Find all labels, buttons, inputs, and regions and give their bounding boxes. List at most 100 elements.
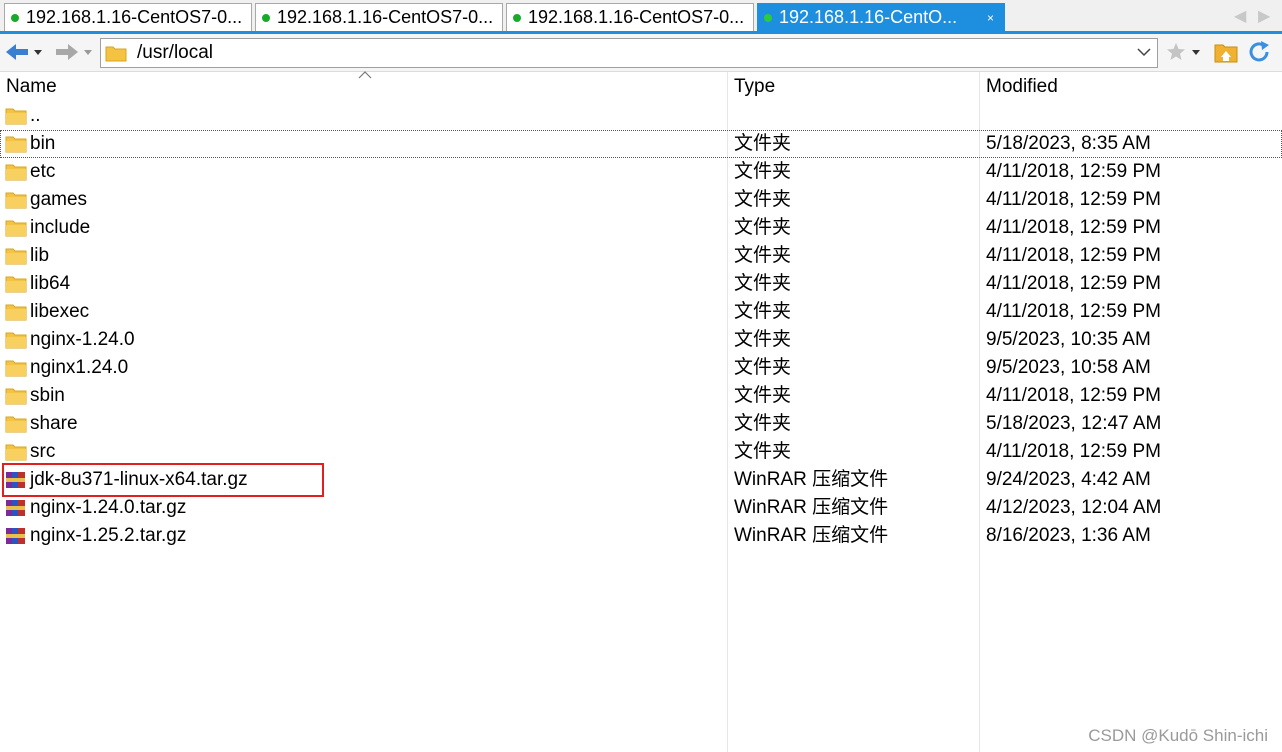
annotation-highlight-box [2, 463, 324, 497]
file-type: WinRAR 压缩文件 [734, 525, 889, 546]
session-tab-2[interactable]: 192.168.1.16-CentOS7-0... [255, 3, 503, 31]
folder-icon [5, 276, 27, 293]
chevron-down-icon [84, 50, 92, 55]
path-text: /usr/local [137, 42, 214, 63]
file-row[interactable]: nginx-1.24.0.tar.gz WinRAR 压缩文件 4/12/2023,… [0, 494, 1282, 522]
file-modified: 4/11/2018, 12:59 PM [986, 273, 1161, 294]
file-name: etc [30, 161, 56, 182]
file-row[interactable]: lib64 文件夹 4/11/2018, 12:59 PM [0, 270, 1282, 298]
file-modified: 4/11/2018, 12:59 PM [986, 189, 1161, 210]
file-name: .. [30, 105, 41, 126]
file-modified: 5/18/2023, 8:35 AM [986, 133, 1151, 154]
file-row[interactable]: .. [0, 102, 1282, 130]
file-row[interactable]: src 文件夹 4/11/2018, 12:59 PM [0, 438, 1282, 466]
file-row[interactable]: libexec 文件夹 4/11/2018, 12:59 PM [0, 298, 1282, 326]
winrar-archive-icon [6, 528, 25, 544]
folder-icon [5, 360, 27, 377]
star-icon [1167, 43, 1185, 60]
file-name: include [30, 217, 91, 238]
file-type: 文件夹 [734, 385, 792, 406]
forward-history-dropdown[interactable] [82, 40, 94, 64]
file-modified: 4/11/2018, 12:59 PM [986, 441, 1161, 462]
file-type: 文件夹 [734, 329, 792, 350]
file-row[interactable]: games 文件夹 4/11/2018, 12:59 PM [0, 186, 1282, 214]
column-label: Type [734, 76, 776, 97]
file-modified: 4/11/2018, 12:59 PM [986, 301, 1161, 322]
file-name: lib [30, 245, 50, 266]
tab-label: 192.168.1.16-CentO... [779, 7, 958, 27]
tab-label: 192.168.1.16-CentOS7-0... [528, 7, 745, 27]
session-tab-4-active[interactable]: 192.168.1.16-CentO... × [757, 3, 1005, 31]
chevron-down-icon [1192, 50, 1200, 55]
file-row[interactable]: bin 文件夹 5/18/2023, 8:35 AM [0, 130, 1282, 158]
folder-icon [5, 304, 27, 321]
file-type: 文件夹 [734, 357, 792, 378]
session-tab-3[interactable]: 192.168.1.16-CentOS7-0... [506, 3, 754, 31]
file-name: nginx-1.25.2.tar.gz [30, 525, 187, 546]
file-modified: 9/5/2023, 10:35 AM [986, 329, 1151, 350]
winrar-archive-icon [6, 500, 25, 516]
forward-arrow-icon [56, 44, 78, 60]
folder-icon [5, 248, 27, 265]
home-folder-icon [1214, 44, 1238, 63]
scroll-tabs-right-icon[interactable]: ▶ [1258, 6, 1270, 26]
file-modified: 4/12/2023, 12:04 AM [986, 497, 1162, 518]
file-row[interactable]: include 文件夹 4/11/2018, 12:59 PM [0, 214, 1282, 242]
file-type: 文件夹 [734, 441, 792, 462]
file-type: 文件夹 [734, 273, 792, 294]
bookmark-button[interactable] [1166, 40, 1186, 64]
tab-label: 192.168.1.16-CentOS7-0... [277, 7, 494, 27]
file-type: WinRAR 压缩文件 [734, 469, 889, 490]
close-tab-icon[interactable]: × [987, 11, 994, 25]
folder-icon [5, 108, 27, 125]
column-label: Name [6, 76, 57, 97]
session-tab-1[interactable]: 192.168.1.16-CentOS7-0... [4, 3, 252, 31]
scroll-tabs-left-icon[interactable]: ◀ [1234, 6, 1246, 26]
folder-icon [5, 192, 27, 209]
file-name: sbin [30, 385, 65, 406]
column-label: Modified [986, 76, 1058, 97]
folder-icon [5, 220, 27, 237]
folder-icon [5, 444, 27, 461]
connected-status-dot [11, 13, 19, 22]
file-row[interactable]: lib 文件夹 4/11/2018, 12:59 PM [0, 242, 1282, 270]
bookmark-dropdown[interactable] [1190, 40, 1202, 64]
folder-icon [5, 388, 27, 405]
file-modified: 4/11/2018, 12:59 PM [986, 217, 1161, 238]
file-modified: 9/5/2023, 10:58 AM [986, 357, 1151, 378]
file-name: nginx-1.24.0.tar.gz [30, 497, 187, 518]
file-row[interactable]: sbin 文件夹 4/11/2018, 12:59 PM [0, 382, 1282, 410]
folder-icon [105, 46, 127, 62]
column-header-type[interactable]: Type [728, 72, 978, 102]
file-modified: 9/24/2023, 4:42 AM [986, 469, 1151, 490]
tab-label: 192.168.1.16-CentOS7-0... [26, 7, 243, 27]
file-type: 文件夹 [734, 161, 792, 182]
navigation-toolbar: /usr/local [0, 34, 1282, 72]
path-field[interactable]: /usr/local [100, 38, 1158, 68]
file-modified: 4/11/2018, 12:59 PM [986, 385, 1161, 406]
back-history-dropdown[interactable] [32, 40, 44, 64]
file-type: 文件夹 [734, 217, 792, 238]
path-dropdown-chevron-icon[interactable] [1137, 44, 1151, 62]
refresh-icon [1249, 41, 1269, 62]
folder-icon [5, 416, 27, 433]
tab-bar: 192.168.1.16-CentOS7-0... 192.168.1.16-C… [0, 0, 1282, 34]
file-row[interactable]: etc 文件夹 4/11/2018, 12:59 PM [0, 158, 1282, 186]
home-button[interactable] [1214, 40, 1238, 64]
file-modified: 8/16/2023, 1:36 AM [986, 525, 1151, 546]
file-name: libexec [30, 301, 90, 322]
file-name: bin [30, 133, 56, 154]
file-row[interactable]: nginx1.24.0 文件夹 9/5/2023, 10:58 AM [0, 354, 1282, 382]
file-name: nginx1.24.0 [30, 357, 129, 378]
file-row[interactable]: share 文件夹 5/18/2023, 12:47 AM [0, 410, 1282, 438]
file-type: 文件夹 [734, 189, 792, 210]
back-button[interactable] [4, 40, 30, 64]
file-type: 文件夹 [734, 133, 792, 154]
folder-icon [5, 136, 27, 153]
forward-button[interactable] [54, 40, 80, 64]
column-header-modified[interactable]: Modified [980, 72, 1280, 102]
file-type: 文件夹 [734, 245, 792, 266]
file-row[interactable]: nginx-1.25.2.tar.gz WinRAR 压缩文件 8/16/2023,… [0, 522, 1282, 550]
refresh-button[interactable] [1248, 40, 1272, 64]
file-row[interactable]: nginx-1.24.0 文件夹 9/5/2023, 10:35 AM [0, 326, 1282, 354]
